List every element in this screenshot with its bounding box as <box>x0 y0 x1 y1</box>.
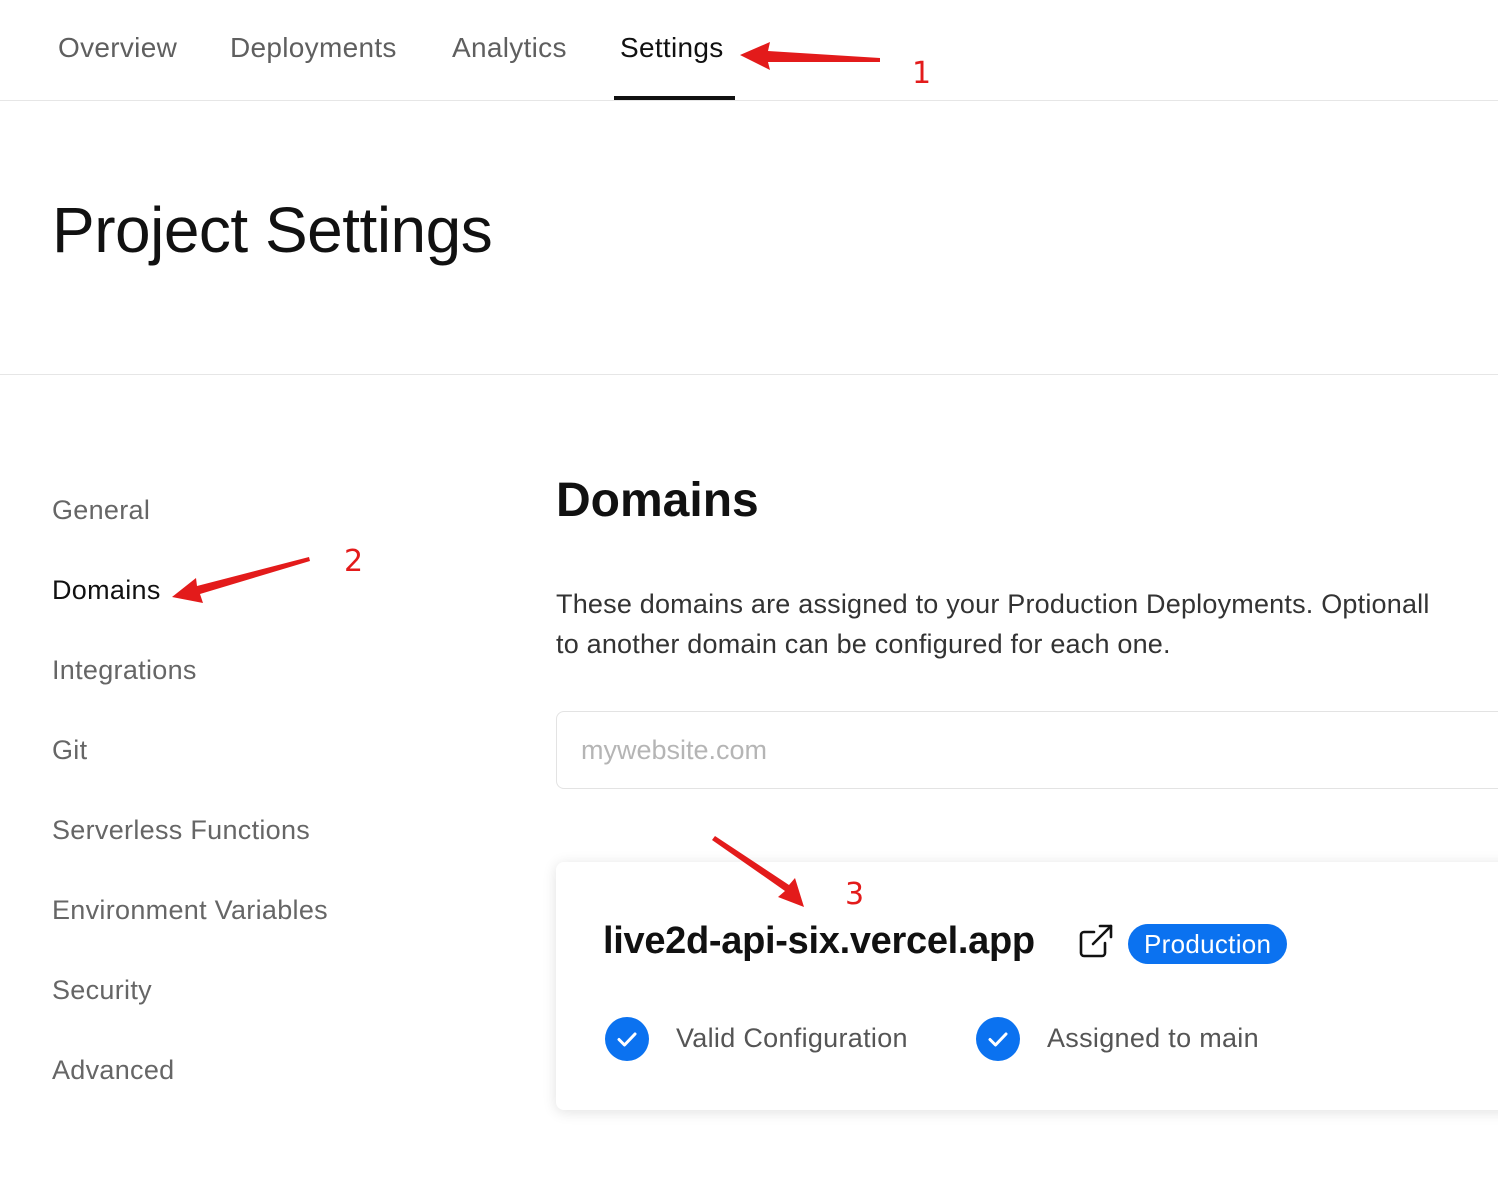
check-circle-icon <box>976 1017 1020 1061</box>
sidebar-item-git[interactable]: Git <box>52 735 87 766</box>
sidebar-item-environment-variables[interactable]: Environment Variables <box>52 895 328 926</box>
tab-settings[interactable]: Settings <box>620 32 724 64</box>
domain-input[interactable] <box>556 711 1498 789</box>
domain-card: live2d-api-six.vercel.app Production Val… <box>556 862 1498 1110</box>
production-badge: Production <box>1128 924 1288 964</box>
domain-link[interactable]: live2d-api-six.vercel.app <box>603 920 1035 963</box>
page-header: Project Settings <box>0 100 1498 375</box>
sidebar-item-domains[interactable]: Domains <box>52 575 161 606</box>
annotation-arrow-2 <box>172 557 310 603</box>
sidebar-item-serverless-functions[interactable]: Serverless Functions <box>52 815 310 846</box>
status-valid-configuration: Valid Configuration <box>676 1023 908 1053</box>
sidebar-item-advanced[interactable]: Advanced <box>52 1055 175 1086</box>
annotation-number-1: 1 <box>912 56 932 91</box>
annotation-number-2: 2 <box>344 544 364 579</box>
page-title: Project Settings <box>52 194 493 266</box>
section-description: These domains are assigned to your Produ… <box>556 584 1498 664</box>
tab-analytics[interactable]: Analytics <box>452 32 567 64</box>
tab-deployments[interactable]: Deployments <box>230 32 397 64</box>
tab-overview[interactable]: Overview <box>58 32 177 64</box>
sidebar-item-general[interactable]: General <box>52 495 150 526</box>
annotation-number-3: 3 <box>845 877 865 912</box>
external-link-icon[interactable] <box>1078 923 1114 959</box>
check-circle-icon <box>605 1017 649 1061</box>
top-nav: Overview Deployments Analytics Settings <box>0 0 1498 101</box>
sidebar-item-integrations[interactable]: Integrations <box>52 655 197 686</box>
section-title: Domains <box>556 474 759 527</box>
description-line-1: These domains are assigned to your Produ… <box>556 589 1430 619</box>
sidebar-item-security[interactable]: Security <box>52 975 152 1006</box>
page: Overview Deployments Analytics Settings … <box>0 0 1498 1194</box>
description-line-2: to another domain can be configured for … <box>556 629 1171 659</box>
status-assigned-to-main: Assigned to main <box>1047 1023 1259 1053</box>
